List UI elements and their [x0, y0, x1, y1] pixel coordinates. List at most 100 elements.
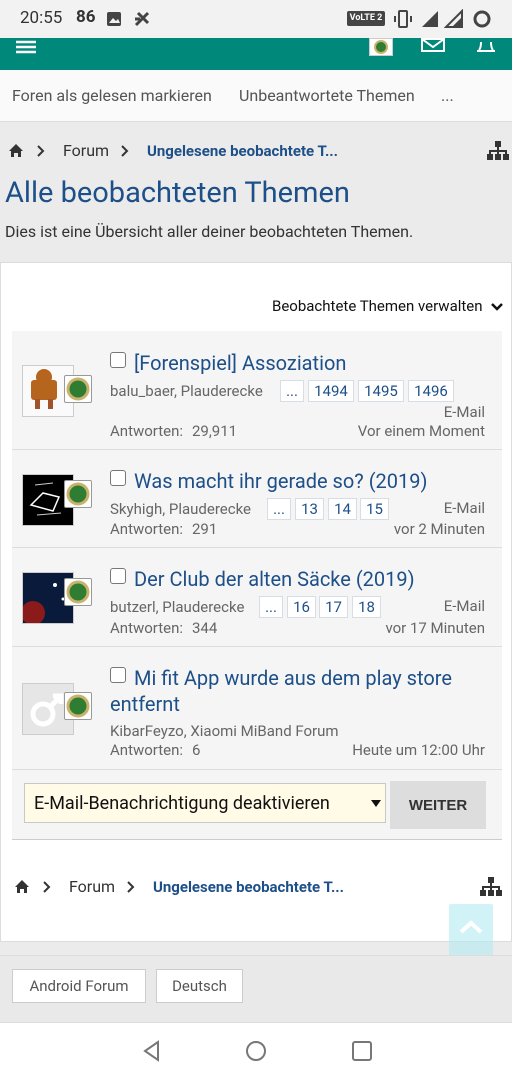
footer-forum-link[interactable]: Android Forum	[12, 969, 146, 1003]
thread-title[interactable]: Der Club der alten Säcke (2019)	[110, 566, 415, 592]
chevron-right-icon	[121, 145, 129, 157]
replies-label: Antworten:	[110, 741, 184, 759]
thread-checkbox[interactable]	[110, 568, 126, 584]
clock: 20:55	[20, 8, 63, 28]
tab-navigation: Foren als gelesen markieren Unbeantworte…	[0, 70, 512, 122]
mail-icon[interactable]	[421, 38, 445, 52]
sitemap-icon[interactable]	[480, 877, 502, 897]
menu-icon[interactable]	[16, 40, 36, 54]
language-selector[interactable]: Deutsch	[156, 969, 243, 1003]
app-bar	[0, 38, 512, 70]
breadcrumb-bottom: Forum Ungelesene beobachtete T...	[0, 874, 512, 902]
weiter-button[interactable]: WEITER	[390, 781, 486, 829]
thread-row[interactable]: Mi fit App wurde aus dem play store entf…	[12, 647, 502, 770]
page-link[interactable]: 17	[319, 596, 348, 618]
manage-label: Beobachtete Themen verwalten	[272, 297, 483, 315]
page-link[interactable]: 13	[295, 498, 324, 520]
replies-count: 291	[192, 520, 218, 538]
breadcrumb-forum[interactable]: Forum	[69, 877, 115, 896]
status-bar: 20:55 86 VoLTE 2	[0, 0, 512, 38]
page-link[interactable]: ...	[267, 498, 291, 520]
watch-avatar-icon	[66, 580, 90, 604]
page-description: Dies ist eine Übersicht aller deiner beo…	[5, 222, 414, 241]
tab-mark-read[interactable]: Foren als gelesen markieren	[12, 86, 212, 105]
tab-more[interactable]: ...	[441, 86, 454, 105]
sync-icon	[473, 10, 491, 28]
last-post-time[interactable]: vor 2 Minuten	[394, 520, 485, 538]
dropdown-arrow-icon	[371, 800, 381, 807]
replies-label: Antworten:	[110, 422, 184, 440]
breadcrumb-current[interactable]: Ungelesene beobachtete T...	[153, 878, 344, 896]
notify-type: E-Mail	[443, 403, 485, 421]
page-link[interactable]: 14	[328, 498, 357, 520]
last-post-time[interactable]: vor 17 Minuten	[385, 619, 485, 637]
volte-badge: VoLTE 2	[347, 11, 385, 26]
select-value: E-Mail-Benachrichtigung deaktivieren	[34, 793, 330, 814]
notify-type: E-Mail	[443, 499, 485, 517]
system-nav-bar	[0, 1022, 512, 1080]
tab-unanswered[interactable]: Unbeantwortete Themen	[239, 86, 415, 105]
vibrate-icon	[394, 10, 412, 28]
thread-meta[interactable]: KibarFeyzo, Xiaomi MiBand Forum	[110, 722, 339, 740]
signal-icon	[444, 9, 463, 28]
chevron-down-icon	[491, 303, 504, 311]
thread-checkbox[interactable]	[110, 470, 126, 486]
page-link[interactable]: 1496	[408, 380, 454, 402]
user-avatar[interactable]	[369, 38, 393, 56]
chevron-right-icon	[127, 881, 135, 893]
page-link[interactable]: 15	[360, 498, 389, 520]
breadcrumb-forum[interactable]: Forum	[63, 141, 109, 160]
image-icon	[107, 12, 121, 26]
bell-icon[interactable]	[475, 38, 497, 54]
home-nav-icon[interactable]	[244, 1039, 268, 1063]
thread-title[interactable]: Was macht ihr gerade so? (2019)	[110, 468, 427, 494]
home-icon[interactable]	[14, 879, 30, 894]
watch-avatar-icon	[66, 694, 90, 718]
thread-row[interactable]: Was macht ihr gerade so? (2019) Skyhigh,…	[12, 450, 502, 548]
page-title: Alle beobachteten Themen	[5, 176, 350, 210]
page-link[interactable]: 16	[287, 596, 316, 618]
thread-row[interactable]: [Forenspiel] Assoziation balu_baer, Plau…	[12, 331, 502, 450]
scroll-up-icon[interactable]	[459, 920, 483, 934]
recents-icon[interactable]	[350, 1039, 374, 1063]
watch-avatar-icon	[374, 40, 388, 54]
back-icon[interactable]	[140, 1039, 164, 1063]
thread-checkbox[interactable]	[110, 667, 126, 683]
notify-type: E-Mail	[443, 597, 485, 615]
thread-title[interactable]: Mi fit App wurde aus dem play store entf…	[110, 665, 490, 717]
page-link[interactable]: ...	[280, 380, 304, 402]
breadcrumb: Forum Ungelesene beobachtete T...	[0, 138, 512, 166]
notification-select[interactable]: E-Mail-Benachrichtigung deaktivieren	[24, 783, 386, 823]
last-post-time[interactable]: Heute um 12:00 Uhr	[352, 741, 485, 759]
last-poster-avatar[interactable]	[64, 692, 92, 720]
page-link[interactable]: 1495	[358, 380, 404, 402]
last-poster-avatar[interactable]	[64, 480, 92, 508]
replies-count: 344	[192, 619, 218, 637]
home-icon[interactable]	[8, 143, 24, 158]
manage-watched-dropdown[interactable]: Beobachtete Themen verwalten	[272, 297, 504, 315]
signal-4g-icon	[422, 11, 438, 27]
watch-avatar-icon	[66, 377, 90, 401]
chevron-right-icon	[37, 145, 45, 157]
replies-label: Antworten:	[110, 520, 184, 538]
chevron-right-icon	[43, 881, 51, 893]
thread-row[interactable]: Der Club der alten Säcke (2019) butzerl,…	[12, 548, 502, 647]
thread-checkbox[interactable]	[110, 352, 126, 368]
watch-avatar-icon	[66, 482, 90, 506]
breadcrumb-current[interactable]: Ungelesene beobachtete T...	[147, 142, 338, 160]
thread-meta[interactable]: butzerl, Plauderecke	[110, 598, 244, 616]
page-link[interactable]: 1494	[308, 380, 354, 402]
thread-meta[interactable]: Skyhigh, Plauderecke	[110, 500, 251, 518]
thread-meta[interactable]: balu_baer, Plauderecke	[110, 382, 263, 400]
replies-label: Antworten:	[110, 619, 184, 637]
page-link[interactable]: ...	[259, 596, 283, 618]
app-notification-icon	[134, 11, 150, 27]
thread-title[interactable]: [Forenspiel] Assoziation	[110, 350, 346, 376]
last-poster-avatar[interactable]	[64, 578, 92, 606]
last-post-time[interactable]: Vor einem Moment	[358, 422, 485, 440]
page-link[interactable]: 18	[352, 596, 381, 618]
last-poster-avatar[interactable]	[64, 375, 92, 403]
notification-count: 86	[76, 7, 96, 27]
replies-count: 6	[192, 741, 201, 759]
sitemap-icon[interactable]	[487, 141, 509, 161]
